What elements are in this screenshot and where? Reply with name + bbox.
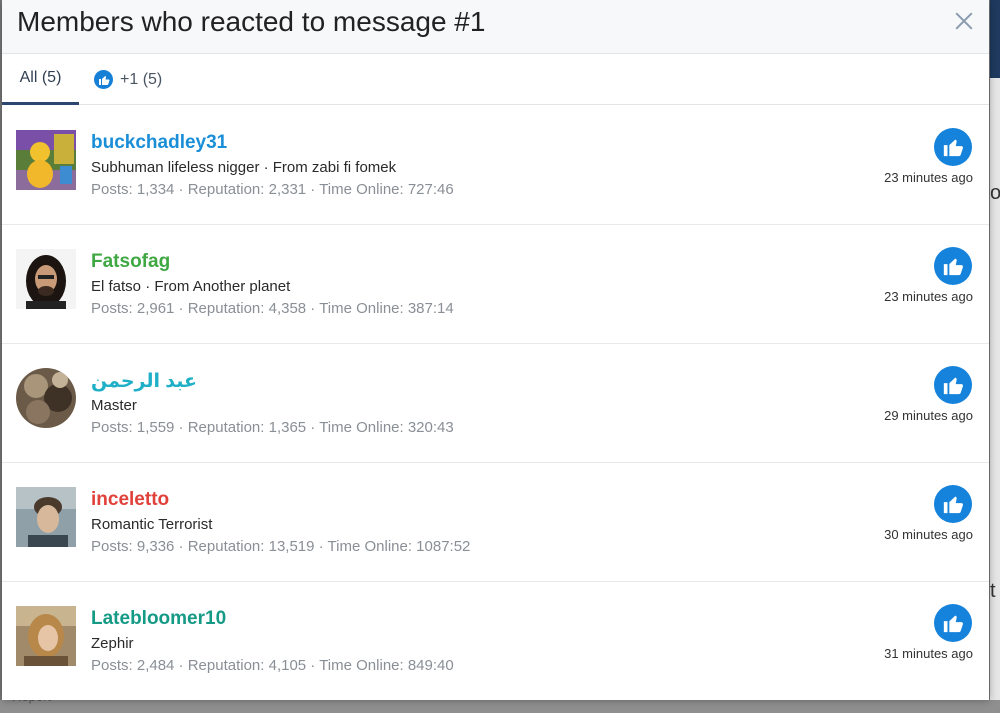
member-stats: Posts: 1,559 · Reputation: 1,365 · Time …	[91, 419, 454, 436]
tab-plus-one[interactable]: +1 (5)	[94, 54, 162, 105]
reaction-tabs: All (5) +1 (5)	[2, 54, 989, 105]
member-username[interactable]: Latebloomer10	[91, 608, 226, 630]
avatar[interactable]	[16, 487, 76, 547]
thumbs-up-icon	[934, 366, 972, 404]
modal-header: Members who reacted to message #1	[2, 0, 989, 54]
member-stats: Posts: 2,484 · Reputation: 4,105 · Time …	[91, 657, 454, 674]
thumbs-up-icon	[94, 70, 113, 89]
modal-title: Members who reacted to message #1	[17, 6, 486, 37]
tab-all-label: All (5)	[19, 69, 62, 86]
member-stats: Posts: 1,334 · Reputation: 2,331 · Time …	[91, 181, 454, 198]
background-text: o	[990, 182, 1000, 204]
member-title: Romantic Terrorist	[91, 516, 213, 533]
avatar[interactable]	[16, 249, 76, 309]
reaction-time: 29 minutes ago	[884, 408, 973, 423]
thumbs-up-icon	[934, 128, 972, 166]
list-item: buckchadley31 Subhuman lifeless nigger ·…	[2, 106, 989, 225]
member-title: Zephir	[91, 635, 134, 652]
reaction-time: 31 minutes ago	[884, 646, 973, 661]
member-username[interactable]: Fatsofag	[91, 251, 170, 273]
list-item: عبد الرحمن Master Posts: 1,559 · Reputat…	[2, 344, 989, 463]
reaction-time: 23 minutes ago	[884, 170, 973, 185]
background-page	[990, 0, 1000, 713]
member-username[interactable]: عبد الرحمن	[91, 370, 197, 393]
member-title: Subhuman lifeless nigger · From zabi fi …	[91, 159, 397, 176]
member-stats: Posts: 9,336 · Reputation: 13,519 · Time…	[91, 538, 471, 555]
list-item: inceletto Romantic Terrorist Posts: 9,33…	[2, 463, 989, 582]
avatar[interactable]	[16, 130, 76, 190]
avatar[interactable]	[16, 606, 76, 666]
list-item: Latebloomer10 Zephir Posts: 2,484 · Repu…	[2, 582, 989, 700]
reaction-time: 30 minutes ago	[884, 527, 973, 542]
member-title: El fatso · From Another planet	[91, 278, 291, 295]
reactions-modal: Members who reacted to message #1 All (5…	[2, 0, 989, 700]
member-username[interactable]: inceletto	[91, 489, 169, 511]
thumbs-up-icon	[934, 485, 972, 523]
thumbs-up-icon	[934, 604, 972, 642]
member-stats: Posts: 2,961 · Reputation: 4,358 · Time …	[91, 300, 454, 317]
tab-plus-one-label: +1 (5)	[120, 70, 163, 88]
thumbs-up-icon	[934, 247, 972, 285]
member-title: Master	[91, 397, 137, 414]
list-item: Fatsofag El fatso · From Another planet …	[2, 225, 989, 344]
avatar[interactable]	[16, 368, 76, 428]
member-username[interactable]: buckchadley31	[91, 132, 227, 154]
reaction-time: 23 minutes ago	[884, 289, 973, 304]
background-overlay	[0, 700, 1000, 713]
close-icon[interactable]	[951, 8, 977, 34]
tab-all[interactable]: All (5)	[2, 54, 79, 105]
members-list: buckchadley31 Subhuman lifeless nigger ·…	[2, 106, 989, 700]
background-text: t	[990, 580, 996, 602]
